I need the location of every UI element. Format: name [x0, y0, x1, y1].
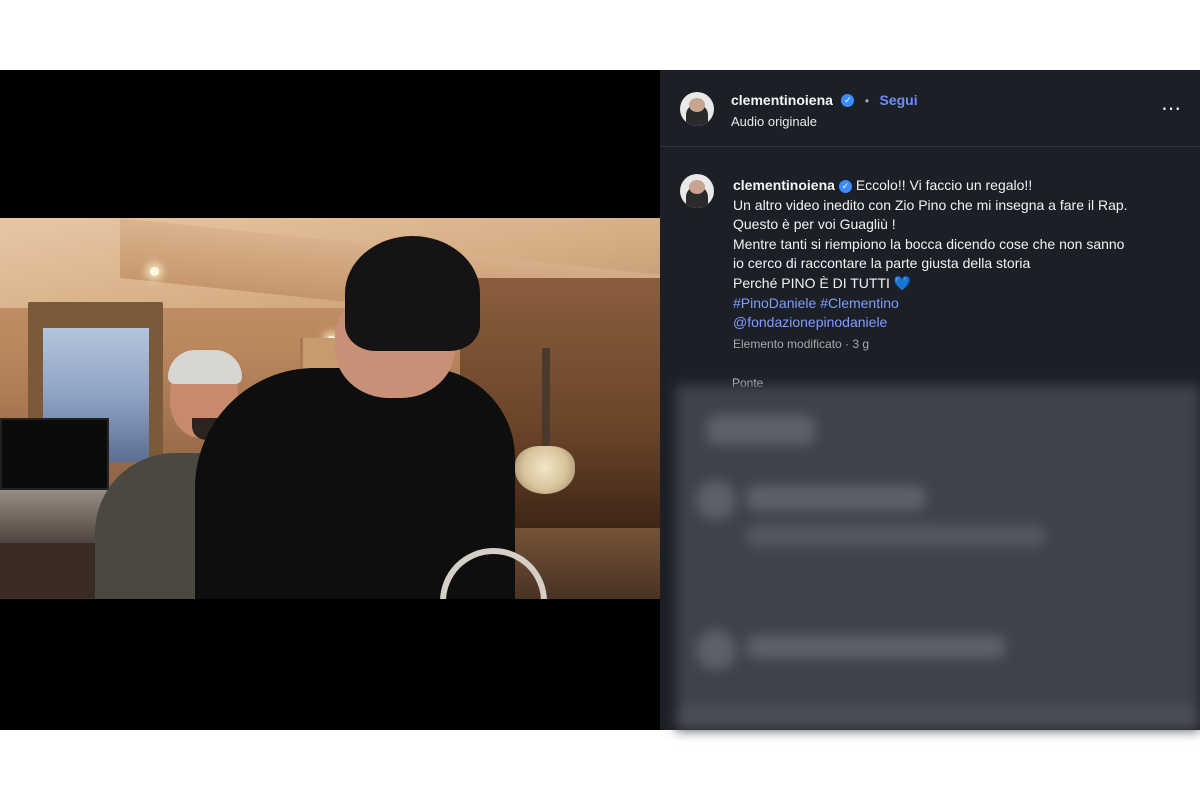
avatar[interactable]	[680, 92, 714, 126]
post-caption: clementinoiena ✓ Eccolo!! Vi faccio un re…	[733, 176, 1188, 333]
video-frame[interactable]	[0, 218, 660, 599]
caption-text-line: Questo è per voi Guagliù !	[733, 216, 896, 233]
verified-badge-icon: ✓	[838, 179, 852, 193]
header-user-row: clementinoiena ✓ • Segui	[731, 92, 918, 110]
person-older-hair	[168, 350, 242, 384]
blur-blob	[706, 415, 816, 445]
person-younger-beanie	[345, 236, 480, 351]
hashtag-link[interactable]: #PinoDaniele	[733, 295, 816, 311]
header-username[interactable]: clementinoiena	[731, 92, 833, 108]
ceiling-light	[150, 267, 159, 276]
post-viewer: clementinoiena ✓ • Segui Audio originale…	[0, 70, 1200, 730]
caption-text-line: Perché PINO È DI TUTTI 💙	[733, 274, 912, 291]
verified-badge-icon: ✓	[841, 94, 855, 108]
caption-text-line: Mentre tanti si riempiono la bocca dicen…	[733, 235, 1125, 252]
blur-blob	[746, 525, 1046, 547]
hashtags-line: #PinoDaniele #Clementino	[733, 294, 1188, 314]
blur-blob	[746, 485, 926, 511]
caption-text-line: Un altro video inedito con Zio Pino che …	[733, 196, 1128, 213]
caption-username[interactable]: clementinoiena	[733, 177, 835, 193]
caption-avatar[interactable]	[680, 174, 714, 208]
caption-text-line: Eccolo!! Vi faccio un regalo!!	[855, 177, 1033, 193]
post-meta: Elemento modificato · 3 g	[733, 337, 870, 351]
studio-monitor	[0, 418, 109, 490]
guitar-body	[515, 446, 575, 494]
post-sidebar: clementinoiena ✓ • Segui Audio originale…	[660, 70, 1200, 730]
blur-blob	[676, 705, 1200, 730]
blur-blob	[696, 630, 736, 670]
blur-blob	[746, 635, 1006, 659]
caption-text-line: io cerco di raccontare la parte giusta d…	[733, 255, 1031, 272]
post-header: clementinoiena ✓ • Segui Audio originale…	[660, 70, 1200, 147]
caption-line: clementinoiena ✓ Eccolo!! Vi faccio un re…	[733, 176, 1188, 196]
hashtag-link[interactable]: #Clementino	[820, 295, 899, 311]
separator-dot: •	[864, 94, 870, 108]
blur-blob	[696, 480, 736, 520]
audio-label[interactable]: Audio originale	[731, 114, 817, 129]
guitar-neck	[542, 348, 550, 458]
follow-button[interactable]: Segui	[879, 92, 917, 108]
mention-link[interactable]: @fondazionepinodaniele	[733, 314, 887, 330]
video-pane[interactable]	[0, 70, 660, 730]
blurred-comments	[676, 385, 1200, 730]
more-options-icon[interactable]: ⋯	[1161, 96, 1182, 121]
